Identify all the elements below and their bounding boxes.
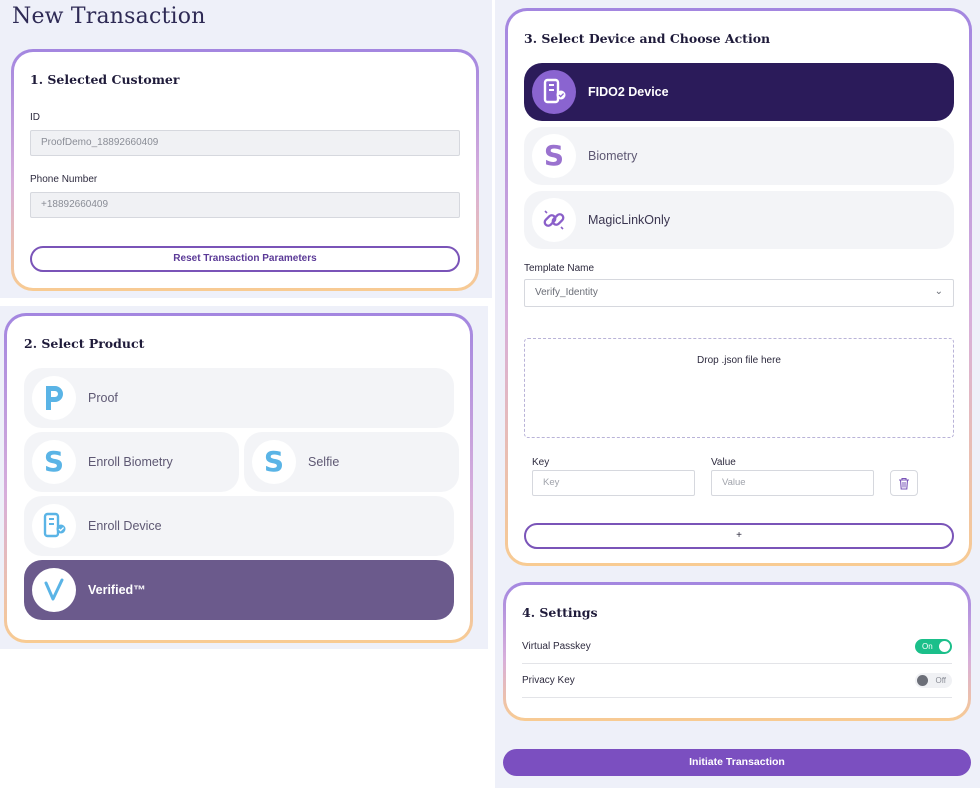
product-option-enroll-biometry[interactable]: S Enroll Biometry bbox=[24, 432, 239, 492]
product-option-enroll-device[interactable]: Enroll Device bbox=[24, 496, 454, 556]
device-option-fido2[interactable]: FIDO2 Device bbox=[524, 63, 954, 121]
json-dropzone[interactable]: Drop .json file here bbox=[524, 338, 954, 438]
s-logo-icon: S bbox=[532, 134, 576, 178]
s-logo-icon: S bbox=[32, 440, 76, 484]
product-option-verified[interactable]: Verified™ bbox=[24, 560, 454, 620]
add-row-button[interactable]: + bbox=[524, 523, 954, 549]
key-input[interactable]: Key bbox=[532, 470, 695, 496]
privacy-key-label: Privacy Key bbox=[522, 675, 575, 686]
setting-row-privacy-key: Privacy Key Off bbox=[522, 665, 952, 698]
phone-number-label: Phone Number bbox=[30, 174, 98, 185]
dropzone-text: Drop .json file here bbox=[697, 355, 781, 366]
virtual-passkey-label: Virtual Passkey bbox=[522, 641, 591, 652]
virtual-passkey-toggle[interactable]: On bbox=[915, 639, 952, 654]
trash-icon bbox=[899, 477, 909, 490]
checkmark-icon bbox=[32, 568, 76, 612]
settings-card: 4. Settings Virtual Passkey On Privacy K… bbox=[503, 582, 971, 721]
phone-number-field[interactable]: +18892660409 bbox=[30, 192, 460, 218]
device-option-label: MagicLinkOnly bbox=[588, 213, 670, 227]
chain-link-icon bbox=[532, 198, 576, 242]
select-product-card: 2. Select Product Proof S Enroll Biometr… bbox=[4, 313, 473, 643]
key-label: Key bbox=[532, 457, 550, 468]
device-option-magiclink[interactable]: MagicLinkOnly bbox=[524, 191, 954, 249]
toggle-knob bbox=[939, 641, 950, 652]
selected-customer-card: 1. Selected Customer ID ProofDemo_188926… bbox=[11, 49, 479, 291]
toggle-knob bbox=[917, 675, 928, 686]
settings-title: 4. Settings bbox=[522, 605, 598, 620]
id-field[interactable]: ProofDemo_18892660409 bbox=[30, 130, 460, 156]
device-option-label: FIDO2 Device bbox=[588, 85, 669, 99]
select-device-title: 3. Select Device and Choose Action bbox=[524, 31, 771, 46]
template-name-label: Template Name bbox=[524, 263, 595, 274]
select-device-card: 3. Select Device and Choose Action FIDO2… bbox=[505, 8, 972, 566]
id-label: ID bbox=[30, 112, 40, 123]
selected-customer-title: 1. Selected Customer bbox=[30, 72, 180, 87]
page-title: New Transaction bbox=[12, 4, 206, 29]
value-label: Value bbox=[711, 457, 736, 468]
proof-p-icon bbox=[32, 376, 76, 420]
initiate-transaction-button[interactable]: Initiate Transaction bbox=[503, 749, 971, 776]
s-logo-icon: S bbox=[252, 440, 296, 484]
product-option-label: Enroll Biometry bbox=[88, 455, 173, 469]
phone-device-icon bbox=[532, 70, 576, 114]
value-input[interactable]: Value bbox=[711, 470, 874, 496]
template-name-select[interactable]: Verify_Identity ⌄ bbox=[524, 279, 954, 307]
phone-device-icon bbox=[32, 504, 76, 548]
reset-transaction-button[interactable]: Reset Transaction Parameters bbox=[30, 246, 460, 272]
chevron-down-icon: ⌄ bbox=[934, 286, 943, 297]
toggle-state-text: On bbox=[922, 642, 933, 651]
delete-row-button[interactable] bbox=[890, 470, 918, 496]
product-option-selfie[interactable]: S Selfie bbox=[244, 432, 459, 492]
product-option-label: Enroll Device bbox=[88, 519, 162, 533]
product-option-label: Proof bbox=[88, 391, 118, 405]
select-product-title: 2. Select Product bbox=[24, 336, 145, 351]
device-option-label: Biometry bbox=[588, 149, 638, 163]
toggle-state-text: Off bbox=[935, 676, 946, 685]
setting-row-virtual-passkey: Virtual Passkey On bbox=[522, 631, 952, 664]
device-option-biometry[interactable]: S Biometry bbox=[524, 127, 954, 185]
template-name-value: Verify_Identity bbox=[535, 287, 598, 298]
product-option-proof[interactable]: Proof bbox=[24, 368, 454, 428]
product-option-label: Verified™ bbox=[88, 583, 146, 597]
privacy-key-toggle[interactable]: Off bbox=[915, 673, 952, 688]
product-option-label: Selfie bbox=[308, 455, 340, 469]
